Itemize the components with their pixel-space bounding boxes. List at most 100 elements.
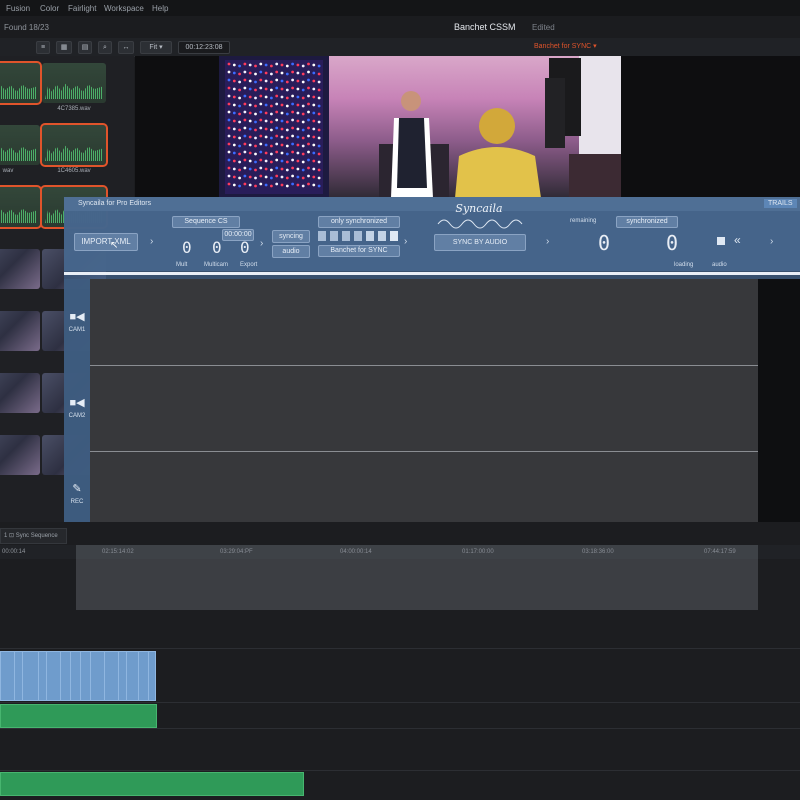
- led-dot: [264, 159, 268, 163]
- led-dot: [317, 120, 321, 124]
- led-dot: [307, 166, 310, 170]
- led-dot: [296, 151, 300, 155]
- led-dot: [275, 110, 279, 114]
- led-dot: [307, 150, 310, 154]
- audio-clip-a2[interactable]: [0, 772, 304, 796]
- menu-item-fairlight[interactable]: Fairlight: [68, 4, 96, 13]
- led-dot: [259, 86, 263, 90]
- media-clip-name: wav: [2, 168, 14, 174]
- track-divider: [0, 728, 800, 729]
- zoom-fit-select[interactable]: Fit ▾: [140, 41, 172, 54]
- timeline-track-select[interactable]: 1 ⊡ Sync Sequence: [0, 528, 67, 544]
- led-dot: [270, 152, 273, 156]
- led-dot: [301, 144, 305, 148]
- stop-icon[interactable]: [717, 237, 725, 245]
- media-clip-thumbnail[interactable]: [42, 63, 106, 103]
- sequence-select[interactable]: Sequence CS: [172, 216, 240, 228]
- chevron-right-icon[interactable]: ›: [260, 238, 263, 249]
- led-dot: [317, 88, 321, 92]
- led-dot: [254, 136, 257, 140]
- led-dot: [285, 176, 289, 180]
- media-clip-thumbnail[interactable]: [0, 249, 40, 289]
- led-dot: [243, 86, 247, 90]
- tracks-edge: [758, 279, 800, 539]
- led-dot: [259, 174, 263, 178]
- led-dot: [227, 118, 231, 122]
- video-clip[interactable]: [22, 651, 39, 701]
- led-dot: [285, 136, 289, 140]
- led-dot: [264, 87, 268, 91]
- led-dot: [259, 182, 263, 186]
- only-synced-toggle[interactable]: only synchronized: [318, 216, 400, 228]
- search-icon[interactable]: ⌕: [98, 41, 112, 54]
- video-clip[interactable]: [148, 651, 156, 701]
- sync-by-audio-button[interactable]: SYNC BY AUDIO: [434, 234, 526, 251]
- side-tab[interactable]: TRAILS: [764, 199, 797, 208]
- video-clip[interactable]: [90, 651, 105, 701]
- led-dot: [317, 168, 321, 172]
- menu-item-help[interactable]: Help: [152, 4, 168, 13]
- audio-clip-a1[interactable]: [0, 704, 157, 728]
- led-dot: [280, 111, 284, 115]
- led-dot: [243, 126, 247, 130]
- led-dot: [227, 78, 231, 82]
- led-dot: [275, 78, 279, 82]
- led-dot: [238, 184, 241, 188]
- video-clip[interactable]: [104, 651, 119, 701]
- led-dot: [227, 62, 231, 66]
- led-dot: [227, 174, 231, 178]
- menu-item-color[interactable]: Color: [40, 4, 59, 13]
- media-clip-thumbnail[interactable]: [0, 125, 40, 165]
- led-dot: [285, 160, 289, 164]
- led-dot: [227, 70, 231, 74]
- led-dot: [301, 112, 305, 116]
- timeline-select[interactable]: Banchet for SYNC ▾: [534, 42, 597, 50]
- led-dot: [259, 142, 263, 146]
- led-dot: [280, 127, 284, 131]
- status-left: loading: [674, 262, 694, 268]
- media-clip-thumbnail[interactable]: [0, 311, 40, 351]
- chevron-right-icon[interactable]: ›: [150, 236, 153, 247]
- led-dot: [248, 71, 252, 75]
- led-dot: [312, 103, 316, 107]
- chevron-right-icon[interactable]: ›: [546, 236, 549, 247]
- led-dot: [254, 176, 257, 180]
- list-view-icon[interactable]: ≡: [36, 41, 50, 54]
- chevron-right-icon[interactable]: ›: [770, 236, 773, 247]
- label-export: Export: [240, 262, 258, 268]
- led-dot: [254, 184, 257, 188]
- led-dot: [280, 159, 284, 163]
- led-dot: [307, 110, 310, 114]
- video-clip[interactable]: [46, 651, 61, 701]
- led-dot: [270, 120, 273, 124]
- thumbnail-view-icon[interactable]: ▤: [78, 41, 92, 54]
- led-dot: [301, 120, 305, 124]
- rewind-icon[interactable]: «: [734, 233, 741, 247]
- led-dot: [238, 64, 241, 68]
- led-dot: [238, 168, 241, 172]
- media-clip-thumbnail[interactable]: [0, 61, 42, 105]
- audio-toggle[interactable]: audio: [272, 245, 310, 258]
- menu-item-fusion[interactable]: Fusion: [6, 4, 30, 13]
- media-clip-thumbnail[interactable]: [0, 185, 42, 229]
- led-dot: [307, 78, 310, 82]
- led-dot: [243, 166, 247, 170]
- led-dot: [254, 104, 257, 108]
- video-clip[interactable]: [0, 651, 15, 701]
- led-dot: [270, 88, 273, 92]
- grid-view-icon[interactable]: ▦: [56, 41, 72, 54]
- menu-item-workspace[interactable]: Workspace: [104, 4, 144, 13]
- media-clip-thumbnail[interactable]: [40, 123, 108, 167]
- led-dot: [307, 62, 310, 66]
- led-dot: [285, 64, 289, 68]
- mouse-cursor-icon: ↖: [110, 240, 119, 251]
- media-clip-thumbnail[interactable]: [0, 435, 40, 475]
- led-dot: [285, 184, 289, 188]
- led-dot: [280, 183, 284, 187]
- sequence-name-field[interactable]: Banchet for SYNC: [318, 245, 400, 257]
- media-clip-thumbnail[interactable]: [0, 373, 40, 413]
- import-xml-button[interactable]: IMPORT XML: [74, 233, 138, 251]
- chevron-right-icon[interactable]: ›: [404, 236, 407, 247]
- resize-icon[interactable]: ↔: [118, 41, 134, 54]
- syncing-toggle[interactable]: syncing: [272, 230, 310, 243]
